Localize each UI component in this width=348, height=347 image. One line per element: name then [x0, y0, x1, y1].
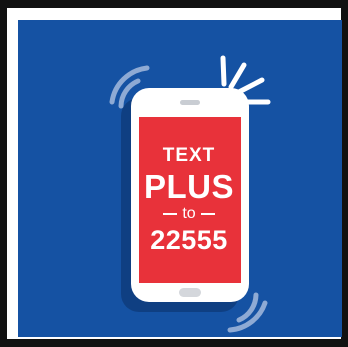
message-line-to: to [158, 206, 219, 222]
message-to-word: to [182, 205, 196, 222]
dash-left [163, 213, 178, 215]
home-button [179, 288, 201, 297]
dash-right [200, 213, 215, 215]
screen-message: TEXT PLUS to 22555 [139, 117, 239, 283]
image-frame: TEXT PLUS to 22555 [0, 0, 348, 347]
promo-graphic: TEXT PLUS to 22555 [18, 20, 342, 337]
message-short-code: 22555 [150, 225, 228, 255]
message-line-keyword: PLUS [143, 168, 234, 205]
message-line-text: TEXT [162, 145, 216, 166]
